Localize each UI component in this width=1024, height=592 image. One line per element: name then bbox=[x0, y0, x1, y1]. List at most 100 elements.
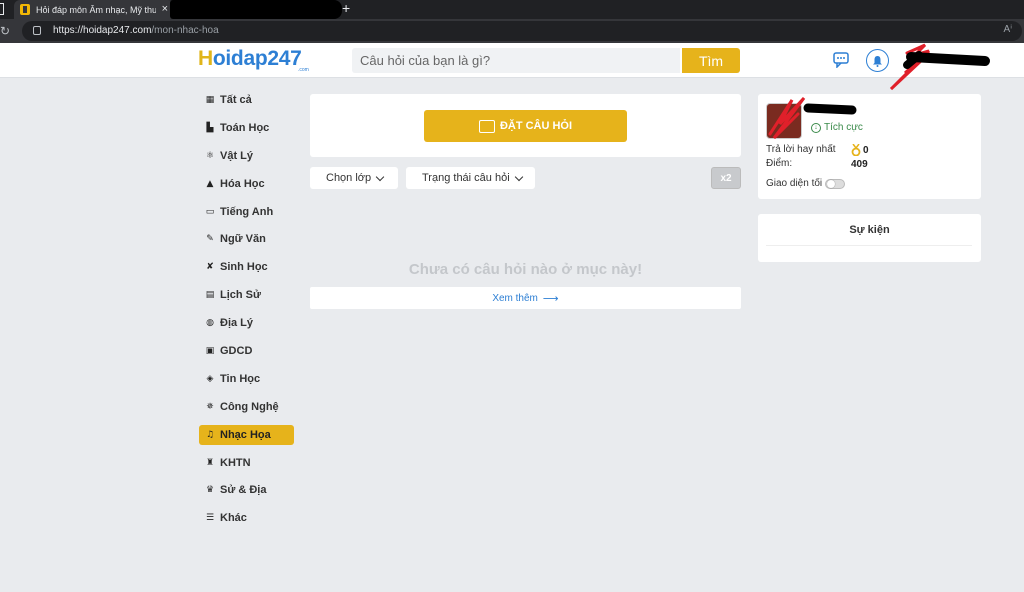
logo-suffix: .com bbox=[298, 67, 309, 73]
reload-icon[interactable]: ↻ bbox=[0, 24, 10, 38]
microscope-icon: ♜ bbox=[205, 457, 215, 468]
sidebar-item-label: Hóa Học bbox=[220, 177, 265, 190]
history-icon: ♛ bbox=[205, 485, 215, 496]
best-answers-label: Trả lời hay nhất bbox=[766, 144, 836, 155]
globe-icon: ◍ bbox=[206, 318, 214, 329]
sidebar-item-label: Toán Học bbox=[220, 121, 270, 134]
redacted-username bbox=[768, 96, 857, 140]
browser-tabstrip: Hỏi đáp môn Âm nhạc, Mỹ thuật × + bbox=[0, 0, 1024, 19]
robot-icon: ✵ bbox=[206, 401, 214, 412]
see-more-button[interactable]: Xem thêm ⟶ bbox=[310, 287, 741, 309]
site-logo[interactable]: Hoidap247 bbox=[198, 47, 302, 71]
browser-tab[interactable]: Hỏi đáp môn Âm nhạc, Mỹ thuật × bbox=[14, 0, 174, 19]
redacted-user-avatar[interactable] bbox=[885, 43, 995, 91]
sidebar-item[interactable]: ♛ Sử & Địa bbox=[199, 480, 294, 500]
sidebar-item-label: Tất cả bbox=[220, 94, 252, 106]
keyboard-icon: ▭ bbox=[205, 206, 215, 217]
best-answers-value: 0 bbox=[863, 145, 869, 156]
sidebar-item[interactable]: ✵ Công Nghệ bbox=[199, 397, 294, 417]
bell-icon bbox=[873, 55, 882, 67]
scroll-icon: ▤ bbox=[205, 290, 215, 301]
ask-question-button[interactable]: ĐẶT CÂU HỎI bbox=[424, 110, 627, 142]
flask-icon: ▲ bbox=[206, 178, 214, 189]
chevron-down-icon bbox=[514, 172, 523, 181]
sidebar-item[interactable]: ♜ KHTN bbox=[199, 453, 294, 473]
rank-badge: ↓ Tích cực bbox=[811, 122, 863, 133]
status-filter-label: Trạng thái câu hỏi bbox=[422, 172, 510, 184]
dark-mode-toggle[interactable] bbox=[825, 178, 846, 189]
search-button[interactable]: Tìm bbox=[682, 48, 740, 73]
class-filter-dropdown[interactable]: Chọn lớp bbox=[310, 167, 398, 189]
url-host: https://hoidap247.com bbox=[53, 25, 152, 36]
sidebar-item-label: Khác bbox=[220, 512, 247, 525]
events-title: Sự kiện bbox=[849, 224, 890, 236]
sidebar-item-label: Sử & Địa bbox=[220, 484, 267, 497]
sidebar-item-label: Công Nghệ bbox=[220, 400, 279, 413]
atom-icon: ⚛ bbox=[205, 150, 215, 161]
sidebar-item-label: Tiếng Anh bbox=[220, 205, 274, 218]
logo-text: oidap247 bbox=[212, 47, 302, 70]
download-badge-icon: ↓ bbox=[811, 122, 821, 133]
tab-title: Hỏi đáp môn Âm nhạc, Mỹ thuật bbox=[36, 4, 156, 15]
sidebar-item[interactable]: ♫ Nhạc Họa bbox=[199, 424, 294, 445]
sidebar-item[interactable]: ▤ Lịch Sử bbox=[199, 285, 294, 305]
sidebar-item-label: Nhạc Họa bbox=[220, 428, 271, 441]
sidebar-item-label: Tin Học bbox=[220, 372, 261, 385]
site-header: Hoidap247 .com Tìm bbox=[0, 43, 1024, 91]
sidebar-item-label: KHTN bbox=[220, 456, 251, 469]
new-tab-button[interactable]: + bbox=[342, 0, 350, 16]
math-icon: ▙ bbox=[206, 122, 214, 133]
grid-icon: ▦ bbox=[205, 95, 215, 105]
music-icon: ♫ bbox=[205, 429, 215, 440]
sidebar-item-label: Vật Lý bbox=[220, 149, 254, 162]
sidebar-item[interactable]: ✎ Ngữ Văn bbox=[199, 229, 294, 249]
class-filter-label: Chọn lớp bbox=[326, 172, 372, 184]
divider bbox=[766, 245, 972, 246]
sidebar-item[interactable]: ✘ Sinh Học bbox=[199, 257, 294, 277]
chevron-down-icon bbox=[375, 172, 385, 181]
rank-badge-label: Tích cực bbox=[824, 122, 863, 133]
empty-state-message: Chưa có câu hỏi nào ở mục này! bbox=[408, 261, 643, 278]
x2-points-button[interactable]: x2 bbox=[711, 167, 741, 189]
events-card: Sự kiện bbox=[758, 214, 981, 262]
lock-icon[interactable] bbox=[33, 26, 41, 35]
read-aloud-icon[interactable]: Aⁱ bbox=[1004, 24, 1012, 35]
status-filter-dropdown[interactable]: Trạng thái câu hỏi bbox=[406, 167, 535, 189]
tab-close-icon[interactable]: × bbox=[162, 2, 168, 16]
dna-icon: ✘ bbox=[206, 262, 214, 273]
add-question-icon bbox=[478, 119, 495, 133]
code-icon: ◈ bbox=[206, 373, 214, 384]
logo-h: H bbox=[198, 47, 213, 70]
window-control-icon[interactable] bbox=[0, 3, 4, 15]
sidebar-item[interactable]: ☰ Khác bbox=[199, 508, 294, 528]
sidebar-item-label: GDCD bbox=[220, 345, 253, 358]
sidebar-item[interactable]: ⚛ Vật Lý bbox=[199, 146, 294, 166]
dark-mode-label: Giao diện tối bbox=[766, 178, 823, 189]
address-bar: ↻ https://hoidap247.com/mon-nhac-hoa Aⁱ bbox=[0, 19, 1024, 43]
sidebar-item[interactable]: ◍ Địa Lý bbox=[199, 313, 294, 333]
sidebar-item[interactable]: ▲ Hóa Học bbox=[199, 174, 294, 194]
arrow-right-icon: ⟶ bbox=[542, 291, 559, 305]
redacted-tab bbox=[170, 0, 342, 19]
subject-sidebar: ▦ Tất cả ▙ Toán Học ⚛ Vật Lý ▲ Hóa Học ▭ Tiếng An… bbox=[199, 90, 294, 536]
sidebar-item[interactable]: ▦ Tất cả bbox=[199, 90, 294, 110]
ask-question-label: ĐẶT CÂU HỎI bbox=[499, 120, 573, 132]
url-text[interactable]: https://hoidap247.com/mon-nhac-hoa bbox=[53, 25, 219, 36]
see-more-label: Xem thêm bbox=[492, 292, 538, 304]
points-label: Điểm: bbox=[766, 158, 793, 169]
search-input[interactable] bbox=[352, 48, 680, 73]
book-icon: ▣ bbox=[205, 346, 215, 357]
sidebar-item[interactable]: ◈ Tin Học bbox=[199, 369, 294, 389]
sidebar-item-label: Địa Lý bbox=[220, 317, 254, 330]
points-value: 409 bbox=[851, 159, 868, 170]
sidebar-item[interactable]: ▙ Toán Học bbox=[199, 118, 294, 138]
url-field[interactable]: https://hoidap247.com/mon-nhac-hoa Aⁱ bbox=[22, 21, 1022, 41]
quill-icon: ✎ bbox=[206, 234, 214, 245]
sidebar-item[interactable]: ▭ Tiếng Anh bbox=[199, 202, 294, 222]
favicon-icon bbox=[20, 4, 30, 15]
list-icon: ☰ bbox=[205, 513, 215, 524]
url-path: /mon-nhac-hoa bbox=[151, 25, 219, 36]
sidebar-item[interactable]: ▣ GDCD bbox=[199, 341, 294, 361]
profile-card: ↓ Tích cực Trả lời hay nhất 0 Điểm: 409 … bbox=[758, 94, 981, 199]
chat-icon[interactable] bbox=[833, 52, 851, 68]
